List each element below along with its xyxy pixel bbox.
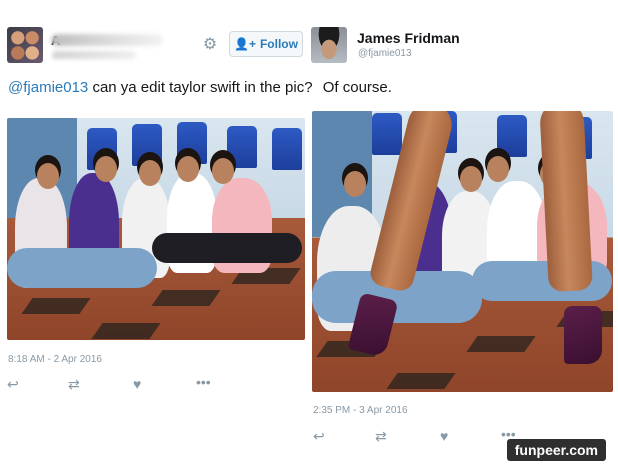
blurred-name-bar <box>51 34 163 46</box>
right-tweet-body: Of course. <box>322 79 392 96</box>
ellipsis-icon[interactable]: ••• <box>196 374 211 390</box>
tweet-timestamp[interactable]: 8:18 AM - 2 Apr 2016 <box>8 354 102 365</box>
tweet-photo-original[interactable] <box>7 118 305 340</box>
floor-tile <box>466 336 536 352</box>
chair <box>227 126 257 168</box>
leg <box>539 111 593 293</box>
heart-icon[interactable]: ♥ <box>133 376 141 392</box>
chair <box>272 128 302 170</box>
person-head <box>177 156 199 182</box>
chair <box>497 115 527 157</box>
watermark-badge: funpeer.com <box>506 439 606 461</box>
jeans <box>7 248 157 288</box>
dark-pants <box>152 233 302 263</box>
person-head <box>460 166 482 192</box>
user-handle: @fjamie013 <box>358 48 412 59</box>
user-name[interactable]: James Fridman <box>357 30 460 46</box>
reply-icon[interactable]: ↩ <box>7 376 19 393</box>
floor-tile <box>386 373 456 389</box>
avatar[interactable] <box>311 27 347 63</box>
gear-icon[interactable]: ⚙ <box>201 36 219 54</box>
chair <box>372 113 402 155</box>
reply-icon[interactable]: ↩ <box>313 428 325 445</box>
retweet-icon[interactable]: ⇄ <box>68 376 80 393</box>
retweet-icon[interactable]: ⇄ <box>375 428 387 445</box>
floor-tile <box>21 298 91 314</box>
person-head <box>212 158 234 184</box>
tweet-timestamp[interactable]: 2:35 PM - 3 Apr 2016 <box>313 405 408 416</box>
heart-icon[interactable]: ♥ <box>440 428 448 444</box>
avatar[interactable] <box>7 27 43 63</box>
floor-tile <box>91 323 161 339</box>
floor-tile <box>151 290 221 306</box>
blurred-handle-bar <box>52 51 136 59</box>
high-heel-shoe <box>564 306 602 364</box>
tweet-photo-edited[interactable] <box>312 111 613 392</box>
add-person-icon: 👤+ <box>234 37 256 51</box>
follow-label: Follow <box>259 37 298 51</box>
mention-link[interactable]: @fjamie013 <box>8 79 88 96</box>
person-head <box>487 156 509 182</box>
tweet-text: @fjamie013 can ya edit taylor swift in t… <box>8 79 392 96</box>
left-tweet-body: can ya edit taylor swift in the pic? <box>88 79 313 96</box>
follow-button[interactable]: 👤+ Follow <box>229 31 303 57</box>
person-head <box>139 160 161 186</box>
person-head <box>37 163 59 189</box>
person-head <box>95 156 117 182</box>
person-head <box>344 171 366 197</box>
